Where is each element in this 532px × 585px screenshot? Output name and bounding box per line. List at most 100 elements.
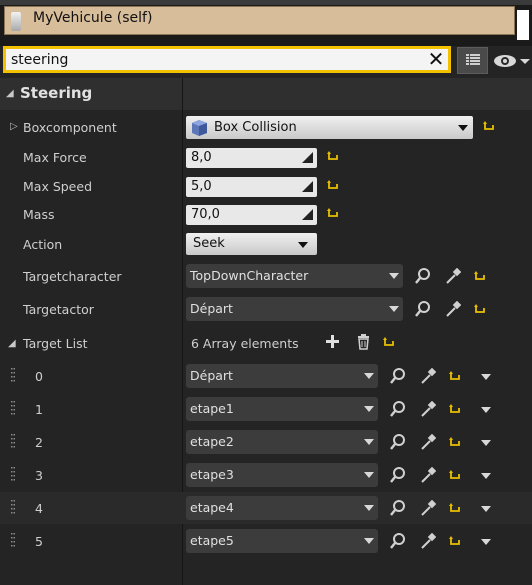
eyedropper-icon[interactable] <box>420 467 436 483</box>
element-options-icon[interactable] <box>481 539 491 545</box>
eyedropper-icon[interactable] <box>420 368 436 384</box>
targetactor-value: Départ <box>190 301 233 316</box>
component-label: MyVehicule (self) <box>33 10 153 26</box>
array-element-value: etape5 <box>190 533 234 548</box>
collapse-arrow-icon[interactable]: ◢ <box>6 88 14 99</box>
browse-search-icon[interactable] <box>415 268 431 284</box>
reset-to-default-icon[interactable] <box>483 121 495 133</box>
boxcomponent-label: Boxcomponent <box>23 120 117 135</box>
reset-to-default-icon[interactable] <box>449 470 461 482</box>
category-title: Steering <box>20 84 93 102</box>
reset-to-default-icon[interactable] <box>474 271 486 283</box>
browse-search-icon[interactable] <box>390 434 406 450</box>
eyedropper-icon[interactable] <box>420 434 436 450</box>
element-options-icon[interactable] <box>481 473 491 479</box>
max-speed-input[interactable]: 5,0 <box>186 177 317 197</box>
drag-handle-icon[interactable] <box>11 401 15 417</box>
drag-handle-icon[interactable] <box>11 434 15 450</box>
reset-to-default-icon[interactable] <box>383 337 395 349</box>
chevron-down-icon <box>389 306 399 312</box>
chevron-down-icon <box>298 242 308 248</box>
property-matrix-button[interactable] <box>457 47 488 74</box>
element-options-icon[interactable] <box>481 440 491 446</box>
array-element-value: etape3 <box>190 467 234 482</box>
chevron-down-icon <box>364 439 374 445</box>
browse-search-icon[interactable] <box>390 467 406 483</box>
trash-icon[interactable] <box>356 334 372 350</box>
reset-to-default-icon[interactable] <box>449 371 461 383</box>
reset-to-default-icon[interactable] <box>327 151 339 163</box>
array-index: 5 <box>35 534 43 549</box>
targetcharacter-value: TopDownCharacter <box>190 268 309 283</box>
reset-to-default-icon[interactable] <box>474 304 486 316</box>
reset-to-default-icon[interactable] <box>327 208 339 220</box>
drag-slider-icon[interactable] <box>302 152 313 163</box>
mass-input[interactable]: 70,0 <box>186 205 317 225</box>
array-index: 1 <box>35 402 43 417</box>
array-element-picker[interactable]: etape2 <box>186 430 378 454</box>
drag-slider-icon[interactable] <box>302 181 313 192</box>
browse-search-icon[interactable] <box>390 533 406 549</box>
targetcharacter-picker[interactable]: TopDownCharacter <box>186 264 403 288</box>
eyedropper-icon[interactable] <box>445 268 461 284</box>
array-element-value: etape2 <box>190 434 234 449</box>
array-index: 3 <box>35 468 43 483</box>
add-element-icon[interactable] <box>325 334 341 350</box>
max-force-input[interactable]: 8,0 <box>186 148 317 168</box>
mass-label: Mass <box>23 207 55 222</box>
drag-slider-icon[interactable] <box>302 209 313 220</box>
browse-search-icon[interactable] <box>390 401 406 417</box>
reset-to-default-icon[interactable] <box>449 437 461 449</box>
eyedropper-icon[interactable] <box>420 533 436 549</box>
reset-to-default-icon[interactable] <box>327 180 339 192</box>
drag-handle-icon[interactable] <box>11 533 15 549</box>
view-options-button[interactable] <box>492 52 532 70</box>
array-index: 0 <box>35 369 43 384</box>
chevron-down-icon <box>364 373 374 379</box>
reset-to-default-icon[interactable] <box>449 503 461 515</box>
search-input[interactable] <box>6 49 448 70</box>
drag-handle-icon[interactable] <box>11 500 15 516</box>
max-speed-value: 5,0 <box>191 179 212 194</box>
array-index: 2 <box>35 435 43 450</box>
chevron-down-icon <box>364 538 374 544</box>
browse-search-icon[interactable] <box>390 368 406 384</box>
array-element-picker[interactable]: etape1 <box>186 397 378 421</box>
array-element-value: etape1 <box>190 401 234 416</box>
element-options-icon[interactable] <box>481 506 491 512</box>
browse-search-icon[interactable] <box>415 301 431 317</box>
array-element-picker[interactable]: etape5 <box>186 529 378 553</box>
chevron-down-icon <box>389 273 399 279</box>
chevron-down-icon <box>364 505 374 511</box>
action-value: Seek <box>193 236 225 251</box>
targetactor-picker[interactable]: Départ <box>186 297 403 321</box>
drag-handle-icon[interactable] <box>11 467 15 483</box>
browse-search-icon[interactable] <box>390 500 406 516</box>
eyedropper-icon[interactable] <box>445 301 461 317</box>
element-options-icon[interactable] <box>481 374 491 380</box>
array-element-picker[interactable]: etape4 <box>186 496 378 520</box>
reset-to-default-icon[interactable] <box>449 404 461 416</box>
scrollbar-thumb[interactable] <box>517 10 529 40</box>
chevron-down-icon <box>364 406 374 412</box>
action-label: Action <box>23 237 63 252</box>
box-collision-icon <box>192 120 207 136</box>
eyedropper-icon[interactable] <box>420 500 436 516</box>
target-list-summary: 6 Array elements <box>191 336 299 351</box>
array-element-picker[interactable]: Départ <box>186 364 378 388</box>
array-index: 4 <box>35 501 43 516</box>
array-element-picker[interactable]: etape3 <box>186 463 378 487</box>
reset-to-default-icon[interactable] <box>449 536 461 548</box>
element-options-icon[interactable] <box>481 407 491 413</box>
collapse-arrow-icon[interactable]: ◢ <box>8 338 16 349</box>
array-element-value: etape4 <box>190 500 234 515</box>
clear-search-icon[interactable]: ✕ <box>426 49 446 70</box>
targetactor-label: Targetactor <box>23 302 94 317</box>
max-force-value: 8,0 <box>191 150 212 165</box>
eyedropper-icon[interactable] <box>420 401 436 417</box>
chevron-down-icon <box>364 472 374 478</box>
drag-handle-icon[interactable] <box>11 368 15 384</box>
max-speed-label: Max Speed <box>23 179 93 194</box>
boxcomponent-value: Box Collision <box>214 120 297 135</box>
expand-arrow-icon[interactable]: ▷ <box>10 121 18 132</box>
